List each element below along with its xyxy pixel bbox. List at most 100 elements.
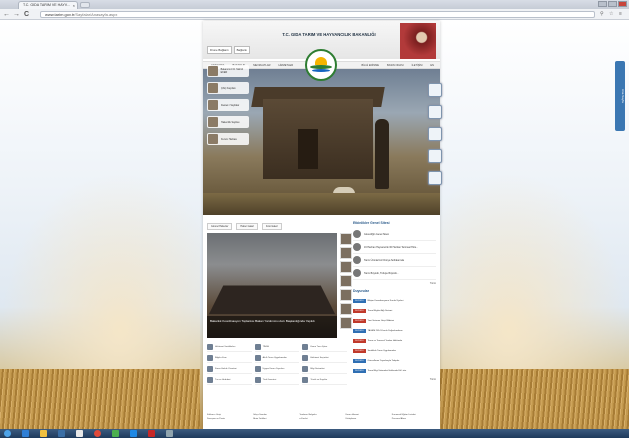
news-thumbnail[interactable] xyxy=(340,261,352,273)
close-tab-icon[interactable]: × xyxy=(73,2,75,9)
footer-link[interactable]: Kullanıcı Girişi xyxy=(207,414,251,416)
app-icon[interactable] xyxy=(130,430,137,437)
event-item[interactable]: Tarım Ürünlerimiz Dünya Sofralarında xyxy=(353,254,436,267)
announcement-tag: DUYURU xyxy=(353,369,366,373)
tab-news-gallery[interactable]: Haber Galeri xyxy=(236,223,258,230)
announcement-label: Tarım Bilgi Sistemleri Hakkında Ek Liste xyxy=(367,370,407,372)
right-column: Etkinlikler Genel Sitesi Güvenliğin Gene… xyxy=(353,221,436,385)
event-item[interactable]: Güvenliğin Genel Sitesi xyxy=(353,228,436,241)
news-thumbnail[interactable] xyxy=(340,317,352,329)
service-link[interactable]: Hükümet Seçimleri xyxy=(302,354,347,363)
service-link[interactable]: Bilgiler Kanı xyxy=(207,354,252,363)
news-slider[interactable]: Bakanlık Koordinasyon Toplantısı Bakan Y… xyxy=(207,233,337,338)
service-link[interactable]: Tuz ve Hububat xyxy=(207,376,252,385)
globe-icon[interactable] xyxy=(428,171,442,185)
announcement-label: Yeni Sisteme Girişi Bildirimi xyxy=(367,320,395,322)
event-item[interactable]: 16 Haziran Hayvancılık 30 Haziran Tarıms… xyxy=(353,241,436,254)
ministry-logo[interactable] xyxy=(305,49,337,81)
service-link[interactable]: TİHSE xyxy=(254,343,300,352)
service-link[interactable]: Kamu Hukuk Yönetimi xyxy=(207,365,252,374)
document-icon[interactable] xyxy=(428,105,442,119)
minimize-button[interactable] xyxy=(598,1,607,7)
maximize-button[interactable] xyxy=(608,1,617,7)
menu-item-legislation[interactable]: MEVZUATLAR xyxy=(253,64,270,67)
chrome-icon[interactable] xyxy=(94,430,101,437)
back-icon[interactable]: ← xyxy=(3,10,10,19)
menu-item-contact[interactable]: İLETİŞİM xyxy=(412,64,423,67)
service-link[interactable]: Hükümet Sertifikaları xyxy=(207,343,252,352)
menu-item-press[interactable]: BASIN ODASI xyxy=(387,64,404,67)
announcement-item[interactable]: DUYURU Yeni Sisteme Girişi Bildirimi xyxy=(353,316,436,326)
app-icon[interactable] xyxy=(166,430,173,437)
footer-link[interactable]: Personel Alımı xyxy=(392,418,436,420)
start-icon[interactable] xyxy=(4,430,11,437)
hero-list-item[interactable]: Destek / Sayfalar xyxy=(207,99,249,111)
address-bar[interactable]: www.tarim.gov.tr/Sayfalar/Anasayfa.aspx xyxy=(40,11,595,18)
events-more-link[interactable]: Tümü xyxy=(353,282,436,285)
media-icon[interactable] xyxy=(58,430,65,437)
hero-ground xyxy=(203,193,440,215)
news-thumbnail[interactable] xyxy=(340,303,352,315)
announcement-item[interactable]: DUYURU TAGEM 2014 Kurulu Değerlendirme xyxy=(353,326,436,336)
reload-icon[interactable]: C xyxy=(24,10,29,19)
app-icon[interactable] xyxy=(148,430,155,437)
announcement-item[interactable]: DUYURU Güncelleme Yayınlarıyla Talepler xyxy=(353,356,436,366)
star-icon[interactable]: ☆ xyxy=(609,11,613,17)
new-tab-button[interactable] xyxy=(80,2,90,8)
app-icon[interactable] xyxy=(76,430,83,437)
footer-link[interactable]: Kamu Hizmet xyxy=(346,414,390,416)
hero-list-item[interactable]: Bakanımız Dr. Mehdi EKER xyxy=(207,65,249,77)
announcement-item[interactable]: DUYURU Bilişim Koordinasyonu Kurulu Üyele… xyxy=(353,296,436,306)
logo-sun xyxy=(315,57,327,65)
tab-news[interactable]: Güncel Haberler xyxy=(207,223,233,230)
service-link[interactable]: Akıllı Tarım Uygulamaları xyxy=(254,354,300,363)
footer-link[interactable]: Danışma ve Posta xyxy=(207,418,251,420)
menu-item-info[interactable]: BİLGİ EDİNME xyxy=(362,64,379,67)
browser-tab[interactable]: T.C. GIDA TARIM VE HAYV... × xyxy=(18,1,78,9)
hero-list-item[interactable]: Hakemlik Sayfası xyxy=(207,116,249,128)
service-link[interactable]: Tüzük ve Kayıtlar xyxy=(302,376,347,385)
announcements-more-link[interactable]: Tümü xyxy=(353,378,436,381)
announcement-item[interactable]: DUYURU Tarım ve Tarımsal Yardım Hakkında xyxy=(353,336,436,346)
footer-link[interactable]: Sıkça Sorulan xyxy=(253,414,297,416)
footer-link[interactable]: Kurumsal Eğitim Listeleri xyxy=(392,414,436,416)
hero-list-item[interactable]: Kurum Haritası xyxy=(207,133,249,145)
side-vertical-tab[interactable]: Ana Sayfa xyxy=(615,61,625,131)
calendar-icon[interactable] xyxy=(428,83,442,97)
service-label: Hükümet Sertifikaları xyxy=(215,346,236,348)
site-container: T.C. GIDA TARIM VE HAYVANCILIK BAKANLIĞI… xyxy=(203,21,440,429)
folder-icon[interactable] xyxy=(40,430,47,437)
footer-link[interactable]: Kütüphane xyxy=(346,418,390,420)
search-icon[interactable]: ⚲ xyxy=(600,11,604,17)
close-window-button[interactable] xyxy=(618,1,627,7)
announcement-tag: DUYURU xyxy=(353,329,366,333)
service-link[interactable]: Kamu Tuzu İşlem xyxy=(302,343,347,352)
service-link[interactable]: Türk Gazetesi xyxy=(254,376,300,385)
forward-icon[interactable]: → xyxy=(13,10,20,19)
menu-item-services[interactable]: HİZMETLER xyxy=(278,64,293,67)
ie-icon[interactable] xyxy=(22,430,29,437)
header-button[interactable]: Drone Bağlantı xyxy=(207,46,232,54)
service-link[interactable]: Uygun Kamu Yayınları xyxy=(254,365,300,374)
announcement-item[interactable]: DUYURU Tarım Bilgi Sistemleri Hakkında Ek… xyxy=(353,366,436,376)
announcement-item[interactable]: DUYURU Sertifikalı Tarım Uygulamaları xyxy=(353,346,436,356)
footer-link[interactable]: Yardımcı Belgeler xyxy=(299,414,343,416)
hero-list-item[interactable]: Çiftçi Kayıtları xyxy=(207,82,249,94)
news-thumbnail[interactable] xyxy=(340,275,352,287)
service-link[interactable]: Bilgi Sistemleri xyxy=(302,365,347,374)
news-thumbnail[interactable] xyxy=(340,289,352,301)
app-icon[interactable] xyxy=(112,430,119,437)
announcement-item[interactable]: DUYURU Tarım Bilgileri Ağı Sistemi xyxy=(353,306,436,316)
tab-photo-gallery[interactable]: Foto Galeri xyxy=(261,223,282,230)
footer-link[interactable]: e-Devlet xyxy=(299,418,343,420)
news-thumbnail[interactable] xyxy=(340,247,352,259)
event-item[interactable]: Tarım Büyüdü, Türkiye Büyüdü... xyxy=(353,267,436,280)
header-button[interactable]: Bağlantı xyxy=(233,46,250,54)
chart-icon[interactable] xyxy=(428,127,442,141)
announcement-label: TAGEM 2014 Kurulu Değerlendirme xyxy=(367,330,403,332)
menu-icon[interactable]: ≡ xyxy=(619,11,622,17)
video-icon[interactable] xyxy=(428,149,442,163)
menu-item-language[interactable]: EN xyxy=(430,64,434,67)
news-thumbnail[interactable] xyxy=(340,233,352,245)
footer-link[interactable]: Birim Yetkileri xyxy=(253,418,297,420)
